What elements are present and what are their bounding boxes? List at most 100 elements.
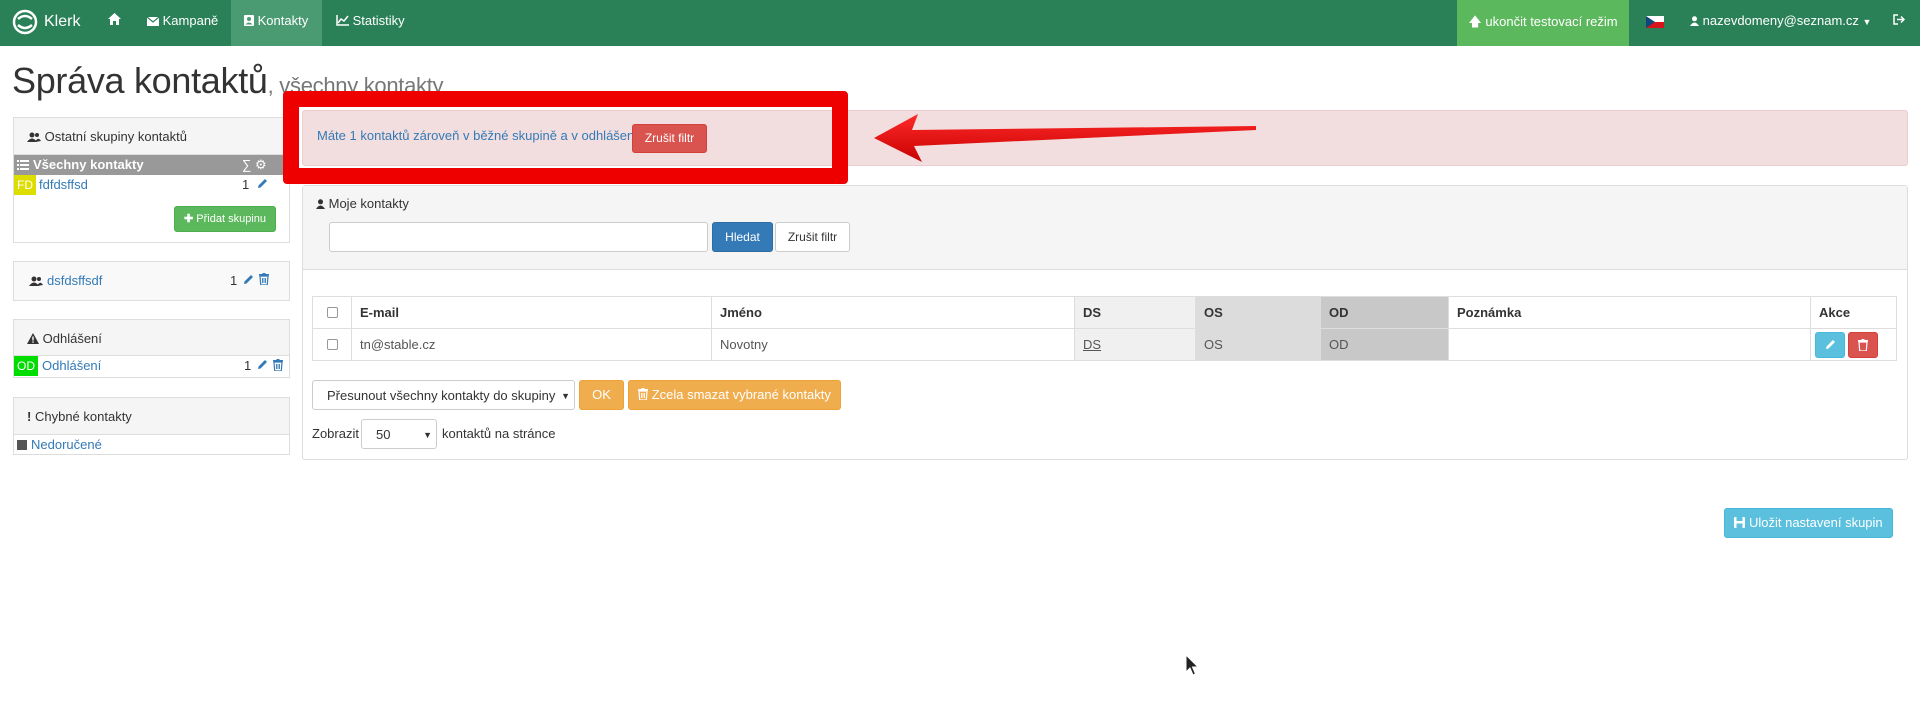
row-select-cell	[313, 329, 352, 360]
group-box-count: 1	[230, 273, 238, 288]
column-ds[interactable]: DS	[1075, 297, 1196, 328]
user-icon	[316, 199, 325, 209]
group-box: dsfdsffsdf 1	[13, 261, 290, 301]
user-email: nazevdomeny@seznam.cz	[1702, 13, 1859, 28]
brand-name[interactable]: Klerk	[44, 0, 80, 46]
nav-campaigns-label: Kampaně	[162, 13, 219, 28]
user-icon	[1690, 16, 1699, 26]
search-input[interactable]	[329, 222, 708, 252]
group-row-fdfdsffsd: FD fdfdsffsd 1	[14, 175, 289, 195]
other-groups-title: Ostatní skupiny kontaktů	[44, 129, 187, 144]
nav-campaigns[interactable]: Kampaně	[146, 0, 219, 46]
unsubscribe-header: Odhlášení	[14, 320, 289, 356]
group-count: 1	[244, 358, 252, 373]
cell-os: OS	[1196, 329, 1321, 360]
cell-actions	[1811, 329, 1896, 360]
move-to-group-select[interactable]: Přesunout všechny kontakty do skupiny ▼	[312, 380, 575, 410]
trash-icon	[1858, 338, 1868, 351]
end-test-mode-label: ukončit testovací režim	[1485, 14, 1618, 29]
table-row: tn@stable.cz Novotny DS OS OD	[313, 329, 1896, 360]
square-icon	[17, 440, 27, 450]
group-name-link[interactable]: fdfdsffsd	[39, 175, 88, 195]
cell-email: tn@stable.cz	[352, 329, 712, 360]
end-test-mode-button[interactable]: 🡅 ukončit testovací režim	[1457, 0, 1629, 46]
pencil-icon[interactable]	[243, 273, 254, 288]
nav-statistics-label: Statistiky	[352, 13, 405, 28]
address-book-icon	[244, 15, 254, 26]
cell-ds[interactable]: DS	[1075, 329, 1196, 360]
delete-contact-button[interactable]	[1848, 331, 1878, 358]
unsubscribe-title-wrap: Odhlášení	[27, 331, 102, 346]
sum-icon[interactable]: ∑	[242, 155, 251, 175]
select-all-cell	[313, 297, 352, 328]
top-navbar: Klerk Kampaně Kontakty Statistiky 🡅 ukon…	[0, 0, 1920, 46]
logout-icon[interactable]	[1893, 0, 1906, 46]
other-groups-title-wrap: Ostatní skupiny kontaktů	[27, 129, 187, 144]
users-icon	[29, 274, 43, 289]
pencil-icon[interactable]	[257, 175, 268, 195]
plus-icon: ✚	[184, 213, 194, 225]
ok-button[interactable]: OK	[579, 380, 624, 410]
nav-contacts[interactable]: Kontakty	[244, 0, 308, 46]
row-checkbox[interactable]	[326, 339, 338, 350]
klerk-logo-icon[interactable]	[12, 9, 38, 35]
cell-name: Novotny	[712, 329, 1075, 360]
trash-icon[interactable]	[259, 273, 269, 288]
unsubscribe-group-link[interactable]: Odhlášení	[42, 356, 101, 376]
bad-contacts-row: Nedoručené	[14, 435, 289, 455]
edit-contact-button[interactable]	[1815, 331, 1845, 358]
pencil-icon[interactable]	[257, 356, 268, 376]
group-tag: OD	[14, 356, 38, 376]
column-actions: Akce	[1819, 305, 1851, 320]
nav-statistics[interactable]: Statistiky	[336, 0, 405, 46]
group-box-name-link[interactable]: dsfdsffsdf	[47, 273, 102, 288]
column-os[interactable]: OS	[1196, 297, 1321, 328]
reset-filter-button[interactable]: Zrušit filtr	[775, 222, 850, 252]
bad-contacts-title: Chybné kontakty	[34, 409, 132, 424]
per-page-value: 50	[376, 427, 391, 442]
envelope-icon	[146, 16, 160, 26]
add-group-button[interactable]: ✚ Přidat skupinu	[174, 206, 276, 232]
trash-icon[interactable]	[273, 357, 283, 377]
column-email[interactable]: E-mail	[352, 297, 712, 328]
bad-contacts-title-wrap: ! Chybné kontakty	[27, 409, 132, 424]
column-name[interactable]: Jméno	[712, 297, 1075, 328]
select-caret-icon: ▼	[423, 430, 432, 440]
other-groups-header: Ostatní skupiny kontaktů	[14, 118, 289, 155]
red-highlight-frame	[283, 91, 848, 184]
table-header-row: E-mail Jméno DS OS OD Poznámka Akce	[313, 297, 1896, 329]
save-group-settings-label: Uložit nastavení skupin	[1748, 515, 1883, 530]
search-button[interactable]: Hledat	[712, 222, 773, 252]
show-label: Zobrazit	[312, 426, 359, 441]
cell-note	[1449, 329, 1811, 360]
save-group-settings-button[interactable]: Uložit nastavení skupin	[1724, 508, 1893, 538]
exclamation-icon: !	[27, 409, 32, 424]
floppy-disk-icon	[1734, 517, 1746, 528]
user-menu[interactable]: nazevdomeny@seznam.cz ▼	[1690, 0, 1871, 46]
page-title-text: Správa kontaktů	[12, 60, 268, 101]
czech-flag-icon[interactable]	[1646, 16, 1664, 28]
mouse-cursor-icon	[1185, 654, 1199, 676]
red-arrow-annotation	[874, 114, 1256, 162]
gear-icon[interactable]: ⚙	[255, 155, 267, 175]
column-note[interactable]: Poznámka	[1449, 297, 1811, 328]
bad-contacts-panel: ! Chybné kontakty Nedoručené	[13, 397, 290, 455]
cell-od: OD	[1321, 329, 1449, 360]
move-to-group-selected: Přesunout všechny kontakty do skupiny	[327, 388, 556, 403]
users-icon	[27, 132, 41, 142]
list-icon	[17, 155, 29, 175]
all-contacts-label[interactable]: Všechny kontakty	[33, 155, 144, 175]
select-all-checkbox[interactable]	[326, 307, 338, 318]
warning-icon	[27, 333, 39, 344]
column-od[interactable]: OD	[1321, 297, 1449, 328]
per-page-select[interactable]: 50 ▼	[361, 419, 437, 449]
other-groups-panel: Ostatní skupiny kontaktů Všechny kontakt…	[13, 117, 290, 243]
undelivered-link[interactable]: Nedoručené	[31, 435, 102, 455]
contacts-title: Moje kontakty	[328, 196, 409, 211]
all-contacts-row[interactable]: Všechny kontakty ∑ ⚙	[14, 155, 289, 175]
pencil-icon	[1825, 340, 1835, 349]
contacts-title-wrap: Moje kontakty	[316, 196, 409, 211]
line-chart-icon	[336, 15, 349, 26]
home-icon[interactable]	[108, 0, 121, 46]
delete-selected-button[interactable]: Zcela smazat vybrané kontakty	[628, 380, 841, 410]
